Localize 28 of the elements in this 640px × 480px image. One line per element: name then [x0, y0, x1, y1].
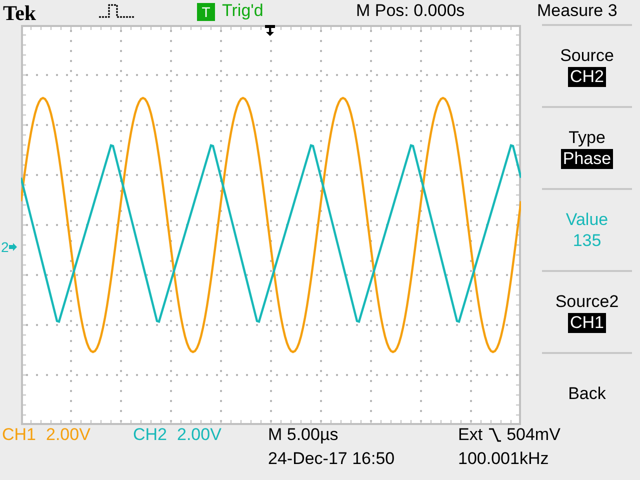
- falling-edge-icon: [488, 428, 501, 442]
- menu-label: Back: [568, 384, 606, 404]
- channel-label: CH1: [2, 425, 36, 445]
- trigger-status: Trig'd: [222, 1, 264, 21]
- menu-label: Value: [566, 210, 608, 230]
- menu-label: Source: [560, 46, 614, 66]
- date-time: 24-Dec-17 16:50: [268, 449, 395, 469]
- menu-value: Phase: [560, 148, 614, 168]
- menu-value: CH2: [568, 66, 606, 86]
- menu-item[interactable]: Type Phase: [542, 106, 632, 188]
- menu-item[interactable]: Source CH2: [542, 24, 632, 106]
- channel-scale: 2.00V: [177, 425, 222, 445]
- menu-item[interactable]: Source2 CH1: [542, 270, 632, 352]
- logo: Tek: [3, 1, 36, 26]
- channel-scale: 2.00V: [46, 425, 90, 445]
- trigger-position-icon: [265, 25, 275, 36]
- frequency: 100.001kHz: [458, 449, 549, 469]
- channel-label: CH2: [133, 425, 168, 445]
- pulse-icon: [99, 4, 135, 18]
- menu-value: CH1: [568, 312, 606, 332]
- trigger-badge: T: [197, 3, 215, 21]
- position-readout: M Pos: 0.000s: [356, 1, 465, 21]
- menu-title: Measure 3: [537, 1, 618, 21]
- menu-label: Source2: [555, 292, 619, 312]
- timebase: M 5.00µs: [268, 425, 338, 445]
- menu-reading: 135: [572, 230, 602, 250]
- menu-label: Type: [568, 128, 606, 148]
- trigger-source: Ext: [458, 425, 483, 445]
